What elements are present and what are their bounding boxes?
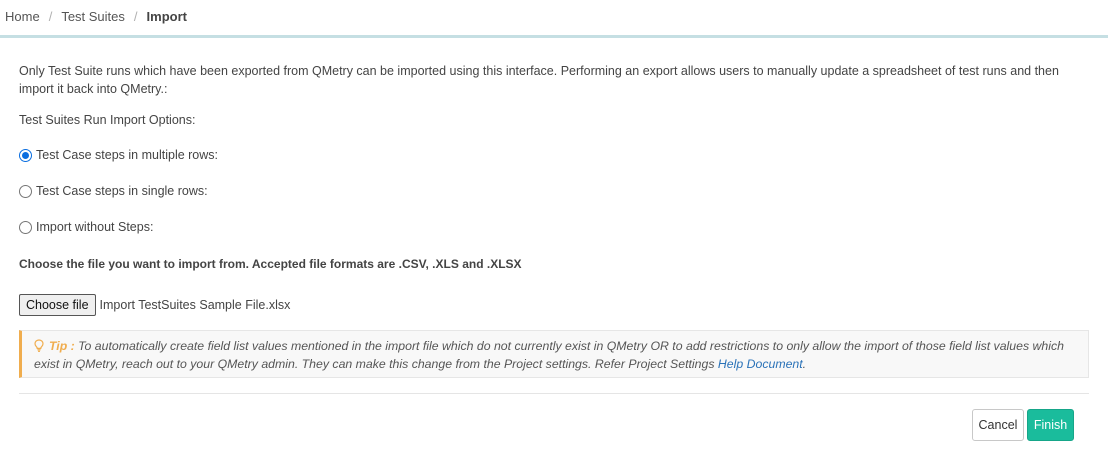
help-document-link[interactable]: Help Document (718, 357, 803, 371)
option-label: Test Case steps in single rows: (36, 184, 208, 198)
tip-text: To automatically create field list value… (34, 339, 1064, 371)
finish-button[interactable]: Finish (1027, 409, 1074, 441)
breadcrumb-separator: / (48, 8, 53, 24)
breadcrumb-home[interactable]: Home (5, 9, 40, 24)
footer-divider (19, 393, 1089, 394)
breadcrumb-current: Import (146, 8, 187, 24)
breadcrumb-separator: / (133, 8, 138, 24)
option-label: Import without Steps: (36, 220, 154, 234)
import-options-title: Test Suites Run Import Options: (19, 113, 196, 127)
option-label: Test Case steps in multiple rows: (36, 148, 219, 162)
lightbulb-icon (34, 339, 44, 352)
radio-button[interactable] (19, 184, 32, 198)
option-multiple-rows[interactable]: Test Case steps in multiple rows: (19, 148, 218, 162)
breadcrumb: Home / Test Suites / Import (0, 0, 1108, 38)
file-format-instruction: Choose the file you want to import from.… (19, 257, 522, 271)
file-input[interactable]: Choose file Import TestSuites Sample Fil… (19, 294, 290, 316)
import-description: Only Test Suite runs which have been exp… (19, 64, 1059, 96)
breadcrumb-test-suites[interactable]: Test Suites (61, 9, 125, 24)
radio-button[interactable] (19, 220, 32, 234)
cancel-button[interactable]: Cancel (972, 409, 1024, 441)
option-without-steps[interactable]: Import without Steps: (19, 220, 153, 234)
radio-button-selected[interactable] (19, 148, 32, 162)
option-single-rows[interactable]: Test Case steps in single rows: (19, 184, 208, 198)
selected-file-name: Import TestSuites Sample File.xlsx (99, 298, 291, 312)
tip-end: . (802, 357, 807, 371)
tip-panel: Tip : To automatically create field list… (19, 330, 1089, 378)
choose-file-button[interactable]: Choose file (19, 294, 96, 316)
tip-title: Tip : (49, 339, 75, 353)
